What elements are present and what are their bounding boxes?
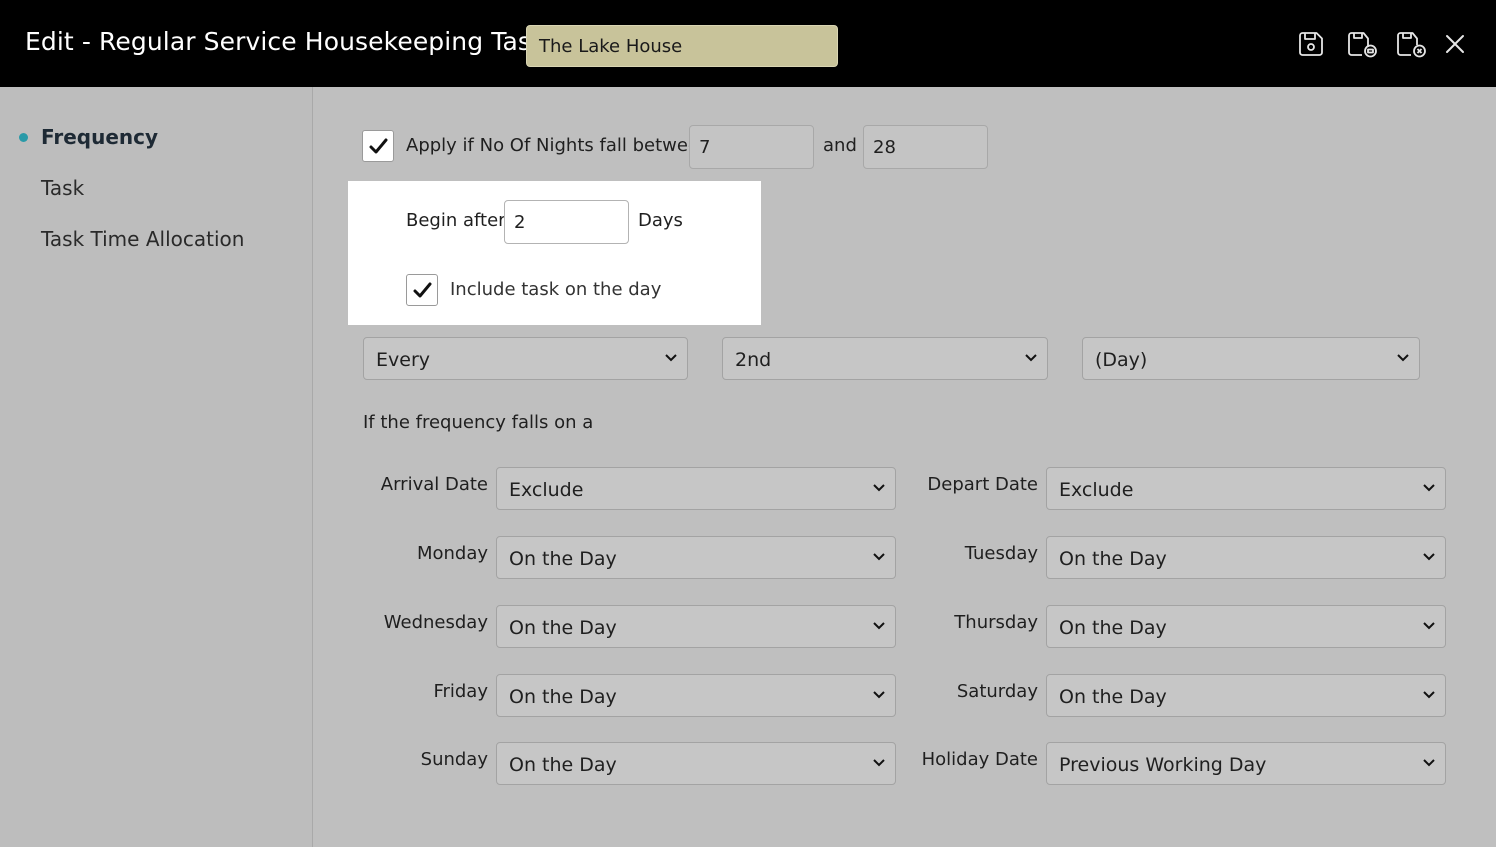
unit-select-value: (Day) xyxy=(1095,349,1148,371)
holiday-date-select[interactable]: Previous Working Day xyxy=(1046,742,1446,785)
nights-range-checkbox[interactable] xyxy=(362,130,394,162)
chevron-down-icon xyxy=(873,691,885,699)
chevron-down-icon xyxy=(1423,553,1435,561)
arrival-date-select[interactable]: Exclude xyxy=(496,467,896,510)
saturday-label: Saturday xyxy=(956,681,1038,702)
wednesday-value: On the Day xyxy=(509,617,617,639)
tuesday-label: Tuesday xyxy=(964,543,1038,564)
sidebar-item-task-time-allocation[interactable]: Task Time Allocation xyxy=(41,227,244,251)
monday-label: Monday xyxy=(416,543,488,564)
chevron-down-icon xyxy=(873,484,885,492)
every-select[interactable]: Every xyxy=(363,337,688,380)
thursday-label: Thursday xyxy=(954,612,1038,633)
save-and-close-icon[interactable] xyxy=(1395,29,1429,59)
thursday-value: On the Day xyxy=(1059,617,1167,639)
nights-to-input[interactable]: 28 xyxy=(863,125,988,169)
active-indicator-dot xyxy=(19,133,28,142)
chevron-down-icon xyxy=(873,553,885,561)
sunday-value: On the Day xyxy=(509,754,617,776)
begin-after-input[interactable]: 2 xyxy=(504,200,629,244)
sidebar-item-task[interactable]: Task xyxy=(41,176,84,200)
sunday-select[interactable]: On the Day xyxy=(496,742,896,785)
wednesday-label: Wednesday xyxy=(383,612,488,633)
chevron-down-icon xyxy=(873,622,885,630)
depart-date-label: Depart Date xyxy=(927,474,1038,495)
chevron-down-icon xyxy=(873,759,885,767)
page-title: Edit - Regular Service Housekeeping Task xyxy=(25,27,546,56)
wednesday-select[interactable]: On the Day xyxy=(496,605,896,648)
chevron-down-icon xyxy=(1423,622,1435,630)
chevron-down-icon xyxy=(1397,354,1409,362)
property-selector[interactable]: The Lake House xyxy=(526,25,838,67)
interval-select-value: 2nd xyxy=(735,349,772,371)
begin-after-panel: Begin after 2 Days Include task on the d… xyxy=(348,181,761,325)
arrival-date-label: Arrival Date xyxy=(380,474,488,495)
every-select-value: Every xyxy=(376,349,430,371)
friday-value: On the Day xyxy=(509,686,617,708)
unit-select[interactable]: (Day) xyxy=(1082,337,1420,380)
save-and-copy-icon[interactable] xyxy=(1346,29,1380,59)
include-task-label: Include task on the day xyxy=(450,279,662,300)
close-icon[interactable] xyxy=(1442,29,1468,59)
sidebar xyxy=(0,87,313,847)
include-task-checkbox[interactable] xyxy=(406,274,438,306)
interval-select[interactable]: 2nd xyxy=(722,337,1048,380)
depart-date-value: Exclude xyxy=(1059,479,1134,501)
chevron-down-icon xyxy=(665,354,677,362)
sunday-label: Sunday xyxy=(420,749,488,770)
friday-select[interactable]: On the Day xyxy=(496,674,896,717)
falls-on-label: If the frequency falls on a xyxy=(363,412,594,433)
chevron-down-icon xyxy=(1423,484,1435,492)
chevron-down-icon xyxy=(1025,354,1037,362)
monday-value: On the Day xyxy=(509,548,617,570)
days-label: Days xyxy=(638,210,683,231)
thursday-select[interactable]: On the Day xyxy=(1046,605,1446,648)
sidebar-item-frequency[interactable]: Frequency xyxy=(41,125,158,149)
begin-after-label: Begin after xyxy=(406,210,506,231)
friday-label: Friday xyxy=(433,681,488,702)
arrival-date-value: Exclude xyxy=(509,479,584,501)
title-bar: Edit - Regular Service Housekeeping Task… xyxy=(0,0,1496,87)
depart-date-select[interactable]: Exclude xyxy=(1046,467,1446,510)
chevron-down-icon xyxy=(1423,759,1435,767)
saturday-select[interactable]: On the Day xyxy=(1046,674,1446,717)
and-label: and xyxy=(823,135,857,156)
chevron-down-icon xyxy=(1423,691,1435,699)
tuesday-value: On the Day xyxy=(1059,548,1167,570)
save-icon[interactable] xyxy=(1296,29,1326,59)
holiday-date-label: Holiday Date xyxy=(921,749,1038,770)
monday-select[interactable]: On the Day xyxy=(496,536,896,579)
saturday-value: On the Day xyxy=(1059,686,1167,708)
nights-from-input[interactable]: 7 xyxy=(689,125,814,169)
nights-range-label: Apply if No Of Nights fall between xyxy=(406,135,711,156)
holiday-date-value: Previous Working Day xyxy=(1059,754,1267,776)
tuesday-select[interactable]: On the Day xyxy=(1046,536,1446,579)
